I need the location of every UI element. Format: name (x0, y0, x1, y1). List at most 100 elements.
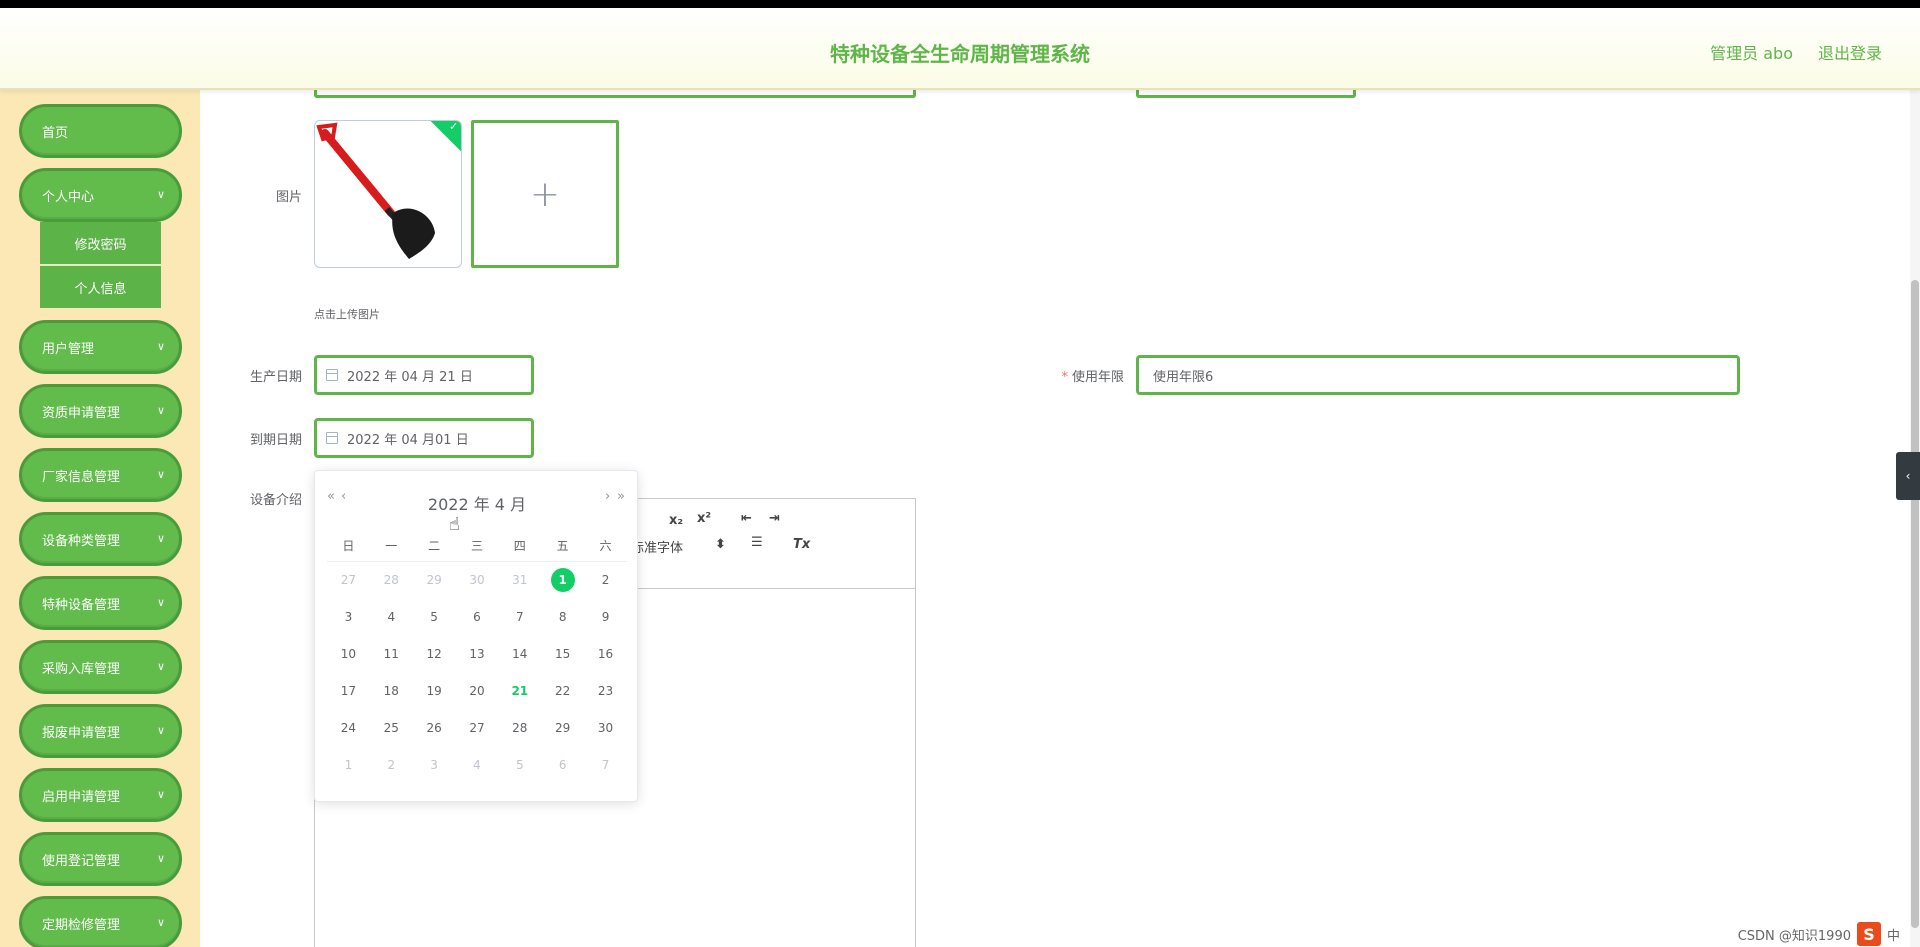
calendar-day-cell[interactable]: 2 (584, 561, 627, 598)
calendar-day-cell[interactable]: 26 (413, 709, 456, 746)
calendar-day-cell[interactable]: 19 (413, 672, 456, 709)
calendar-day-cell[interactable]: 17 (327, 672, 370, 709)
calendar-day-cell[interactable]: 2 (370, 746, 413, 783)
calendar-day-cell[interactable]: 7 (584, 746, 627, 783)
menu-item-home[interactable]: 首页 (19, 104, 182, 158)
calendar-day-cell[interactable]: 28 (370, 561, 413, 598)
scrolled-input-right[interactable] (1136, 90, 1356, 98)
date-picker-calendar: 日 一 二 三 四 五 六 27 28 29 30 31 1 2 3 4 5 6 7 8 9 10 11 12 1… (327, 531, 627, 783)
scrollbar-thumb[interactable] (1911, 280, 1919, 928)
calendar-day-cell[interactable]: 1 (541, 561, 584, 598)
calendar-day-number: 29 (426, 572, 442, 587)
calendar-day-cell[interactable]: 28 (498, 709, 541, 746)
calendar-day-number: 2 (387, 757, 396, 772)
side-panel-toggle[interactable]: ‹ (1896, 452, 1920, 500)
menu-item-activation-application[interactable]: 启用申请管理 ∨ (19, 768, 182, 822)
production-date-input[interactable]: 2022 年 04 月 21 日 (314, 355, 534, 395)
sogou-ime-icon[interactable]: S (1856, 922, 1881, 946)
calendar-day-cell[interactable]: 3 (327, 598, 370, 635)
calendar-day-cell[interactable]: 29 (413, 561, 456, 598)
expiry-date-input[interactable]: 2022 年 04 月01 日 (314, 418, 534, 458)
top-border (0, 0, 1920, 8)
calendar-day-number: 23 (597, 683, 614, 698)
next-year-icon[interactable]: » (617, 489, 625, 504)
calendar-day-number: 10 (340, 646, 357, 661)
submenu-item-personal-info[interactable]: 个人信息 (40, 266, 161, 308)
calendar-day-number: 3 (430, 757, 438, 772)
calendar-day-cell[interactable]: 30 (584, 709, 627, 746)
calendar-day-cell[interactable]: 27 (456, 709, 499, 746)
scrolled-input-left[interactable] (314, 90, 916, 98)
calendar-day-cell[interactable]: 14 (498, 635, 541, 672)
calendar-day-cell[interactable]: 23 (584, 672, 627, 709)
calendar-day-number: 6 (558, 757, 567, 772)
calendar-day-cell[interactable]: 25 (370, 709, 413, 746)
menu-item-scrap-application[interactable]: 报废申请管理 ∨ (19, 704, 182, 758)
uploaded-image-thumbnail[interactable]: ✓ (314, 120, 462, 268)
calendar-day-cell[interactable]: 3 (413, 746, 456, 783)
calendar-day-cell[interactable]: 21 (498, 672, 541, 709)
outdent-icon[interactable]: ⇤ (741, 511, 752, 526)
logout-link[interactable]: 退出登录 (1818, 40, 1882, 64)
calendar-day-cell[interactable]: 18 (370, 672, 413, 709)
font-select[interactable]: 标准字体 (631, 537, 683, 556)
calendar-day-cell[interactable]: 8 (541, 598, 584, 635)
calendar-day-cell[interactable]: 30 (456, 561, 499, 598)
calendar-day-cell[interactable]: 27 (327, 561, 370, 598)
calendar-day-cell[interactable]: 5 (498, 746, 541, 783)
menu-item-purchase-storage[interactable]: 采购入库管理 ∨ (19, 640, 182, 694)
calendar-day-cell[interactable]: 29 (541, 709, 584, 746)
menu-item-qualification[interactable]: 资质申请管理 ∨ (19, 384, 182, 438)
menu-item-user-management[interactable]: 用户管理 ∨ (19, 320, 182, 374)
production-date-label: 生产日期 (249, 370, 302, 385)
submenu-item-label: 个人信息 (74, 281, 127, 297)
calendar-day-cell[interactable]: 24 (327, 709, 370, 746)
superscript-button[interactable]: x² (697, 511, 711, 526)
calendar-day-cell[interactable]: 13 (456, 635, 499, 672)
calendar-day-cell[interactable]: 4 (370, 598, 413, 635)
calendar-day-cell[interactable]: 7 (498, 598, 541, 635)
menu-item-manufacturer[interactable]: 厂家信息管理 ∨ (19, 448, 182, 502)
menu-item-periodic-maintenance[interactable]: 定期检修管理 ∨ (19, 896, 182, 947)
menu-item-personal-center[interactable]: 个人中心 ∨ (19, 168, 182, 222)
indent-icon[interactable]: ⇥ (769, 511, 780, 526)
ime-mode-indicator[interactable]: 中 (1887, 925, 1900, 944)
submenu-item-change-password[interactable]: 修改密码 (40, 222, 161, 264)
calendar-day-cell[interactable]: 1 (327, 746, 370, 783)
sidebar: 首页 个人中心 ∨ 修改密码 个人信息 用户管理 ∨ 资质申请管理 ∨ 厂家信息管理 ∨… (0, 90, 200, 947)
service-life-input[interactable]: 使用年限6 (1136, 355, 1740, 395)
calendar-day-number: 28 (512, 720, 528, 735)
calendar-day-cell[interactable]: 5 (413, 598, 456, 635)
calendar-day-number: 28 (383, 572, 399, 587)
page-scrollbar[interactable] (1910, 90, 1920, 947)
calendar-day-cell[interactable]: 15 (541, 635, 584, 672)
weekday-header: 四 (498, 531, 542, 562)
upload-image-button[interactable]: + (471, 120, 619, 268)
next-month-icon[interactable]: › (605, 489, 610, 504)
calendar-day-cell[interactable]: 9 (584, 598, 627, 635)
calendar-day-cell[interactable]: 22 (541, 672, 584, 709)
weekday-header: 日 (327, 531, 370, 562)
calendar-day-number: 7 (601, 757, 610, 772)
calendar-day-cell[interactable]: 6 (541, 746, 584, 783)
calendar-day-cell[interactable]: 6 (456, 598, 499, 635)
calendar-day-cell[interactable]: 12 (413, 635, 456, 672)
calendar-day-cell[interactable]: 16 (584, 635, 627, 672)
calendar-day-cell[interactable]: 11 (370, 635, 413, 672)
calendar-day-cell[interactable]: 31 (498, 561, 541, 598)
calendar-day-cell[interactable]: 20 (456, 672, 499, 709)
align-icon[interactable]: ☰ (751, 535, 763, 550)
calendar-week-row: 17 18 19 20 21 22 23 (327, 672, 627, 709)
menu-item-special-equipment[interactable]: 特种设备管理 ∨ (19, 576, 182, 630)
calendar-day-number: 22 (555, 683, 571, 698)
menu-item-label: 启用申请管理 (42, 789, 121, 805)
subscript-button[interactable]: x₂ (669, 513, 683, 528)
calendar-day-number: 18 (383, 683, 399, 698)
clear-format-icon[interactable]: Tx (793, 537, 810, 552)
calendar-day-number: 19 (426, 683, 442, 698)
calendar-day-cell[interactable]: 10 (327, 635, 370, 672)
menu-item-usage-registration[interactable]: 使用登记管理 ∨ (19, 832, 182, 886)
date-picker-header: 2022 年 4 月 (427, 495, 527, 514)
calendar-day-cell[interactable]: 4 (456, 746, 499, 783)
menu-item-equipment-type[interactable]: 设备种类管理 ∨ (19, 512, 182, 566)
